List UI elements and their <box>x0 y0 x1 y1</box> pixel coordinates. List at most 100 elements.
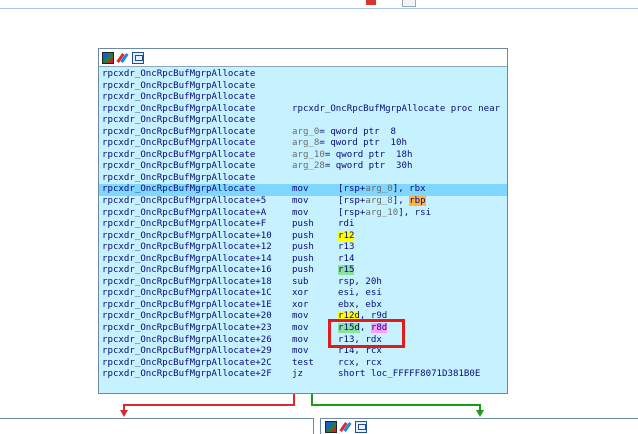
disasm-line[interactable]: rpcxdr_OncRpcBufMgrpAllocate+1E xor ebx, e… <box>99 300 507 312</box>
line-mnemonic[interactable]: mov <box>292 311 308 323</box>
operand-token[interactable]: rsp, 20h <box>338 277 382 287</box>
disasm-line[interactable]: rpcxdr_OncRpcBufMgrpAllocate <box>99 69 507 81</box>
line-address[interactable]: rpcxdr_OncRpcBufMgrpAllocate+26 <box>102 335 272 347</box>
operand-token-highlighted[interactable]: r12 <box>338 230 355 241</box>
operand-token[interactable]: rdi <box>338 219 354 229</box>
disasm-line[interactable]: rpcxdr_OncRpcBufMgrpAllocate+2C test rcx, … <box>99 358 507 370</box>
line-mnemonic[interactable]: sub <box>292 277 308 289</box>
line-address[interactable]: rpcxdr_OncRpcBufMgrpAllocate+1E <box>102 300 272 312</box>
operand-token[interactable]: r14 <box>338 254 354 264</box>
disasm-line[interactable]: rpcxdr_OncRpcBufMgrpAllocate+A mov [rsp+ar… <box>99 208 507 220</box>
operand-token[interactable]: ], rbx <box>393 184 426 194</box>
line-mnemonic[interactable]: mov <box>292 208 308 220</box>
line-mnemonic[interactable]: push <box>292 254 314 266</box>
line-address[interactable]: rpcxdr_OncRpcBufMgrpAllocate <box>102 184 255 196</box>
disasm-line[interactable]: rpcxdr_OncRpcBufMgrpAllocate+14 push r14 <box>99 254 507 266</box>
line-mnemonic[interactable]: push <box>292 242 314 254</box>
graph-icon[interactable] <box>132 51 144 64</box>
edit-icon[interactable] <box>117 51 129 64</box>
disasm-line[interactable]: rpcxdr_OncRpcBufMgrpAllocate+20 mov r12d, … <box>99 311 507 323</box>
disasm-line[interactable]: rpcxdr_OncRpcBufMgrpAllocate+5 mov [rsp+ar… <box>99 196 507 208</box>
operand-token[interactable]: [rsp+ <box>338 196 365 206</box>
line-address[interactable]: rpcxdr_OncRpcBufMgrpAllocate+1C <box>102 288 272 300</box>
color-icon[interactable] <box>102 51 114 64</box>
line-mnemonic[interactable]: push <box>292 231 314 243</box>
line-address[interactable]: rpcxdr_OncRpcBufMgrpAllocate <box>102 150 255 162</box>
line-address[interactable]: rpcxdr_OncRpcBufMgrpAllocate <box>102 127 255 139</box>
operand-token[interactable]: ], rsi <box>398 208 431 218</box>
operand-token[interactable]: ], <box>393 196 409 206</box>
disasm-line[interactable]: rpcxdr_OncRpcBufMgrpAllocate mov [rsp+arg_… <box>99 184 507 197</box>
line-address[interactable]: rpcxdr_OncRpcBufMgrpAllocate+F <box>102 219 266 231</box>
line-address[interactable]: rpcxdr_OncRpcBufMgrpAllocate+12 <box>102 242 272 254</box>
operand-token[interactable]: = qword ptr 30h <box>325 161 413 171</box>
disasm-line[interactable]: rpcxdr_OncRpcBufMgrpAllocate <box>99 92 507 104</box>
disasm-line[interactable]: rpcxdr_OncRpcBufMgrpAllocate+18 sub rsp, 2… <box>99 277 507 289</box>
operand-token[interactable]: short loc_FFFFF8071D381B0E <box>338 369 480 379</box>
graph-icon[interactable] <box>355 420 367 433</box>
operand-token[interactable]: [rsp+ <box>338 184 365 194</box>
disasm-line[interactable]: rpcxdr_OncRpcBufMgrpAllocate arg_0= qword… <box>99 127 507 139</box>
disasm-line[interactable]: rpcxdr_OncRpcBufMgrpAllocate <box>99 173 507 185</box>
line-address[interactable]: rpcxdr_OncRpcBufMgrpAllocate+20 <box>102 311 272 323</box>
line-mnemonic[interactable]: push <box>292 219 314 231</box>
disasm-line[interactable]: rpcxdr_OncRpcBufMgrpAllocate+F push rdi <box>99 219 507 231</box>
disasm-line[interactable]: rpcxdr_OncRpcBufMgrpAllocate+12 push r13 <box>99 242 507 254</box>
color-icon[interactable] <box>325 420 337 433</box>
line-mnemonic[interactable]: xor <box>292 300 308 312</box>
disasm-line[interactable]: rpcxdr_OncRpcBufMgrpAllocate+29 mov r14, r… <box>99 346 507 358</box>
line-address[interactable]: rpcxdr_OncRpcBufMgrpAllocate+5 <box>102 196 266 208</box>
operand-token[interactable]: ebx, ebx <box>338 300 382 310</box>
operand-token[interactable]: rcx, rcx <box>338 358 382 368</box>
line-mnemonic[interactable]: mov <box>292 184 308 196</box>
disasm-line[interactable]: rpcxdr_OncRpcBufMgrpAllocate <box>99 81 507 93</box>
line-mnemonic[interactable]: xor <box>292 288 308 300</box>
operand-token[interactable]: r13 <box>338 242 354 252</box>
line-mnemonic[interactable]: mov <box>292 196 308 208</box>
operand-token-highlighted[interactable]: arg_0 <box>365 184 392 194</box>
operand-token[interactable]: rpcxdr_OncRpcBufMgrpAllocate proc near <box>292 104 500 114</box>
disasm-line[interactable]: rpcxdr_OncRpcBufMgrpAllocate+26 mov r13, r… <box>99 335 507 347</box>
line-address[interactable]: rpcxdr_OncRpcBufMgrpAllocate <box>102 92 255 104</box>
line-address[interactable]: rpcxdr_OncRpcBufMgrpAllocate+14 <box>102 254 272 266</box>
line-address[interactable]: rpcxdr_OncRpcBufMgrpAllocate+10 <box>102 231 272 243</box>
toolbar-red-indicator[interactable] <box>366 0 376 5</box>
disasm-line[interactable]: rpcxdr_OncRpcBufMgrpAllocate+2F jz short l… <box>99 369 507 381</box>
operand-token-highlighted[interactable]: arg_28 <box>292 161 325 171</box>
disasm-line[interactable]: rpcxdr_OncRpcBufMgrpAllocate+1C xor esi, e… <box>99 288 507 300</box>
disasm-line[interactable]: rpcxdr_OncRpcBufMgrpAllocate arg_8= qword… <box>99 138 507 150</box>
operand-token[interactable]: [rsp+ <box>338 208 365 218</box>
line-address[interactable]: rpcxdr_OncRpcBufMgrpAllocate <box>102 69 255 81</box>
operand-token-highlighted[interactable]: r15 <box>338 265 355 276</box>
operand-token-highlighted[interactable]: arg_10 <box>365 208 398 218</box>
line-address[interactable]: rpcxdr_OncRpcBufMgrpAllocate+16 <box>102 265 272 277</box>
line-address[interactable]: rpcxdr_OncRpcBufMgrpAllocate+29 <box>102 346 272 358</box>
line-address[interactable]: rpcxdr_OncRpcBufMgrpAllocate+2F <box>102 369 272 381</box>
line-mnemonic[interactable]: mov <box>292 346 308 358</box>
disasm-line[interactable]: rpcxdr_OncRpcBufMgrpAllocate+10 push r12 <box>99 230 507 243</box>
operand-token[interactable]: = qword ptr 10h <box>319 138 407 148</box>
operand-token-highlighted[interactable]: arg_0 <box>292 127 319 137</box>
line-address[interactable]: rpcxdr_OncRpcBufMgrpAllocate+23 <box>102 323 272 335</box>
line-mnemonic[interactable]: mov <box>292 335 308 347</box>
line-address[interactable]: rpcxdr_OncRpcBufMgrpAllocate <box>102 104 255 116</box>
line-mnemonic[interactable]: test <box>292 358 314 370</box>
operand-token-highlighted[interactable]: rbp <box>409 196 426 207</box>
graph-node-false-branch[interactable] <box>0 418 314 434</box>
line-address[interactable]: rpcxdr_OncRpcBufMgrpAllocate <box>102 173 255 185</box>
graph-node-main[interactable]: rpcxdr_OncRpcBufMgrpAllocate rpcxdr_OncRp… <box>98 48 508 394</box>
disasm-line[interactable]: rpcxdr_OncRpcBufMgrpAllocate arg_10= qwor… <box>99 150 507 162</box>
operand-token[interactable]: = qword ptr 8 <box>319 127 396 137</box>
operand-token[interactable]: esi, esi <box>338 288 382 298</box>
operand-token-highlighted[interactable]: arg_8 <box>365 196 392 206</box>
line-address[interactable]: rpcxdr_OncRpcBufMgrpAllocate+18 <box>102 277 272 289</box>
operand-token[interactable]: = qword ptr 18h <box>325 150 413 160</box>
line-address[interactable]: rpcxdr_OncRpcBufMgrpAllocate <box>102 161 255 173</box>
disasm-line[interactable]: rpcxdr_OncRpcBufMgrpAllocate arg_28= qwor… <box>99 161 507 173</box>
graph-node-true-branch[interactable] <box>320 418 638 434</box>
line-mnemonic[interactable]: mov <box>292 323 308 335</box>
disasm-line[interactable]: rpcxdr_OncRpcBufMgrpAllocate rpcxdr_OncRp… <box>99 104 507 116</box>
operand-token-highlighted[interactable]: arg_10 <box>292 150 325 160</box>
toolbar-dropdown[interactable] <box>402 0 416 7</box>
disasm-line[interactable]: rpcxdr_OncRpcBufMgrpAllocate+23 mov r15d, … <box>99 323 507 335</box>
